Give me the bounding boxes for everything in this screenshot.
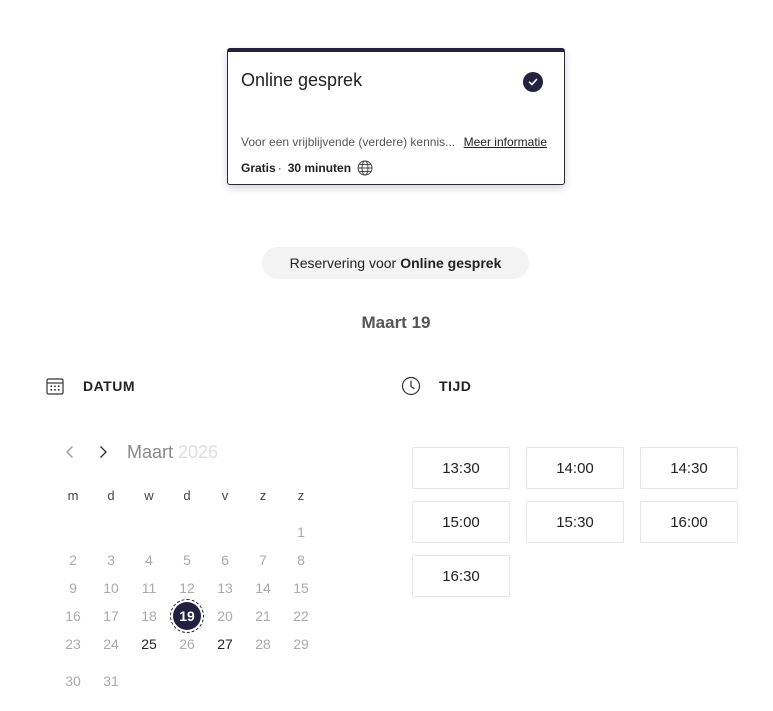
calendar-day: 28	[255, 636, 271, 652]
date-section-title: DATUM	[83, 378, 136, 394]
calendar-week: 23 24 25 26 27 28 29	[54, 630, 320, 658]
service-description: Voor een vrijblijvende (verdere) kennis.…	[241, 135, 456, 149]
calendar-day: 31	[103, 673, 119, 689]
calendar-day[interactable]: 27	[206, 630, 244, 658]
calendar-empty-cell	[168, 518, 206, 546]
date-section-header: DATUM	[45, 376, 135, 396]
weekday-label: w	[144, 488, 154, 503]
calendar-day: 26	[179, 636, 195, 652]
time-slot-grid: 13:30 14:00 14:30 15:00 15:30 16:00 16:30	[412, 447, 738, 597]
weekday-label: d	[183, 488, 191, 503]
service-title: Online gesprek	[241, 70, 363, 90]
calendar-year: 2026	[178, 441, 219, 462]
calendar-navigation: Maart 2026	[62, 440, 218, 464]
time-slot-button[interactable]: 14:30	[640, 447, 738, 489]
calendar-day: 6	[221, 552, 229, 568]
weekday-label: v	[221, 488, 229, 503]
calendar-day: 4	[145, 552, 153, 568]
more-info-link[interactable]: Meer informatie	[464, 135, 547, 149]
calendar-day: 9	[69, 580, 77, 596]
weekday-label: z	[259, 488, 267, 503]
weekday-header: mdwdvzz	[54, 482, 320, 510]
time-section-title: TIJD	[439, 378, 472, 394]
service-card[interactable]: Online gesprek Voor een vrijblijvende (v…	[227, 48, 565, 185]
calendar-day[interactable]: 25	[130, 630, 168, 658]
service-duration: 30 minuten	[287, 161, 352, 175]
calendar-day: 3	[107, 552, 115, 568]
reservation-service-name: Online gesprek	[400, 255, 502, 271]
calendar-empty-cell	[54, 518, 92, 546]
check-icon	[523, 72, 543, 92]
calendar-week: 2 3 4 5 6 7 8	[54, 546, 320, 574]
calendar-day-selected[interactable]: 19	[168, 599, 206, 633]
calendar-day: 14	[255, 580, 271, 596]
time-slot-button[interactable]: 14:00	[526, 447, 624, 489]
calendar-empty-cell	[282, 667, 320, 695]
weekday-label: m	[67, 488, 79, 503]
calendar-month: Maart	[127, 441, 174, 462]
service-meta: Gratis · 30 minuten	[241, 160, 373, 176]
meta-separator: ·	[277, 161, 282, 175]
calendar-week: 9 10 11 12 13 14 15	[54, 574, 320, 602]
calendar-week: 16 17 18 19 20 21 22	[54, 599, 320, 633]
calendar-day: 21	[255, 608, 271, 624]
next-month-button[interactable]	[95, 440, 111, 464]
chevron-right-icon	[100, 446, 107, 458]
calendar-day: 1	[297, 524, 305, 540]
weekday-label: d	[107, 488, 115, 503]
calendar-icon	[45, 376, 65, 396]
calendar-day: 22	[293, 608, 309, 624]
calendar-day: 20	[217, 608, 233, 624]
calendar-empty-cell	[206, 667, 244, 695]
service-price: Gratis	[241, 161, 276, 175]
calendar-day: 23	[65, 636, 81, 652]
time-slot-button[interactable]: 16:00	[640, 501, 738, 543]
calendar-day: 7	[259, 552, 267, 568]
reservation-prefix: Reservering voor	[289, 255, 397, 271]
time-section-header: TIJD	[401, 376, 471, 396]
calendar-day: 8	[297, 552, 305, 568]
calendar-day: 13	[217, 580, 233, 596]
time-slot-button[interactable]: 15:30	[526, 501, 624, 543]
calendar-day: 11	[141, 580, 157, 596]
chevron-left-icon	[66, 446, 73, 458]
time-slot-button[interactable]: 15:00	[412, 501, 510, 543]
clock-icon	[401, 376, 421, 396]
calendar-day: 24	[103, 636, 119, 652]
calendar-day: 16	[65, 608, 81, 624]
calendar-week: 30 31	[54, 667, 320, 695]
calendar-empty-cell	[130, 667, 168, 695]
calendar-empty-cell	[168, 667, 206, 695]
calendar-grid: m d w d v z z 1 2 3 4 5 6 7 8 9 10 11 12 13 14 15 16 17 18 19 20 21…	[54, 482, 320, 695]
calendar-day: 29	[293, 636, 309, 652]
weekday-label: z	[297, 488, 305, 503]
calendar-day: 5	[183, 552, 191, 568]
calendar-week: 1	[54, 518, 320, 546]
previous-month-button[interactable]	[62, 440, 78, 464]
calendar-empty-cell	[92, 518, 130, 546]
selected-date-heading: Maart 19	[361, 313, 431, 332]
calendar-day: 12	[179, 580, 195, 596]
calendar-empty-cell	[244, 667, 282, 695]
calendar-empty-cell	[206, 518, 244, 546]
calendar-day: 2	[69, 552, 77, 568]
calendar-day: 30	[65, 673, 81, 689]
calendar-day: 18	[141, 608, 157, 624]
calendar-empty-cell	[130, 518, 168, 546]
calendar-empty-cell	[244, 518, 282, 546]
reservation-summary: Reservering voor Online gesprek	[262, 247, 529, 279]
calendar-day: 15	[293, 580, 309, 596]
calendar-day: 10	[103, 580, 119, 596]
calendar-day: 17	[103, 608, 119, 624]
time-slot-button[interactable]: 16:30	[412, 555, 510, 597]
globe-icon	[357, 160, 373, 176]
time-slot-button[interactable]: 13:30	[412, 447, 510, 489]
